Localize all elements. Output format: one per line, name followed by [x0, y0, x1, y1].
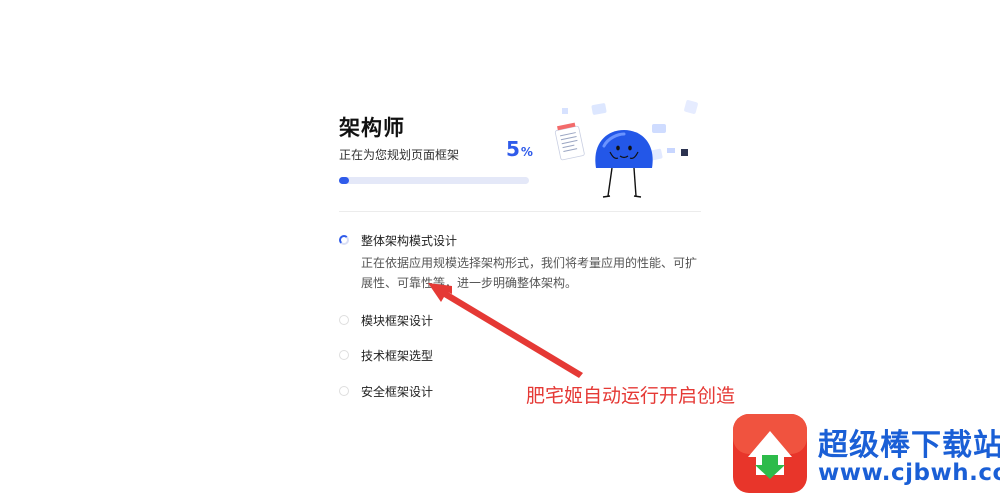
- annotation-text: 肥宅姬自动运行开启创造: [526, 385, 736, 407]
- watermark-site-name: 超级棒下载站: [818, 428, 1000, 463]
- site-logo-icon: [733, 414, 807, 493]
- watermark-url: www.cjbwh.com: [818, 460, 1000, 486]
